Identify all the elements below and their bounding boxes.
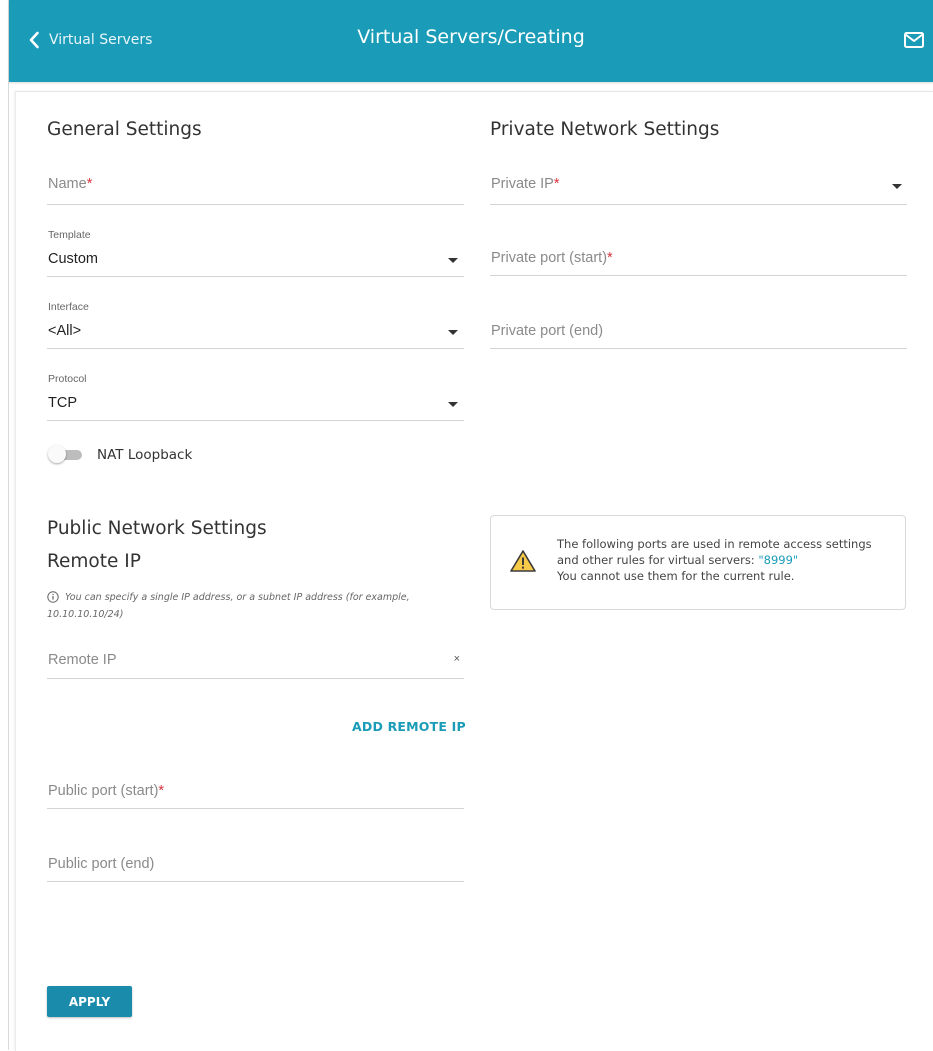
- mail-icon[interactable]: [903, 30, 925, 50]
- page-title: Virtual Servers/Creating: [357, 26, 585, 48]
- private-ip-select[interactable]: Private IP*: [490, 168, 907, 205]
- chevron-down-icon: [448, 258, 458, 263]
- chevron-down-icon: [892, 184, 902, 189]
- public-port-start-placeholder: Public port (start)*: [48, 783, 165, 799]
- template-value: Custom: [48, 251, 98, 267]
- apply-button[interactable]: APPLY: [47, 986, 132, 1017]
- add-remote-ip-button[interactable]: ADD REMOTE IP: [352, 719, 466, 734]
- public-port-end-field[interactable]: Public port (end): [47, 846, 464, 882]
- template-select[interactable]: Template Custom: [47, 229, 464, 277]
- warning-icon: [510, 550, 536, 572]
- used-ports: "8999": [758, 553, 799, 567]
- protocol-value: TCP: [48, 395, 77, 411]
- chevron-down-icon: [448, 330, 458, 335]
- nat-loopback-toggle[interactable]: [48, 445, 82, 463]
- nat-loopback-label: NAT Loopback: [97, 447, 193, 463]
- page-frame-border: [8, 0, 9, 1050]
- template-label: Template: [48, 229, 91, 241]
- remote-ip-input[interactable]: Remote IP ×: [47, 643, 464, 679]
- private-ip-placeholder: Private IP*: [491, 176, 560, 192]
- private-port-end-placeholder: Private port (end): [491, 323, 604, 339]
- interface-label: Interface: [48, 301, 89, 313]
- top-header: Virtual Servers Virtual Servers/Creating: [9, 0, 933, 82]
- private-port-start-placeholder: Private port (start)*: [491, 250, 613, 266]
- remote-ip-placeholder: Remote IP: [48, 652, 117, 668]
- general-settings-title: General Settings: [47, 119, 202, 140]
- private-network-title: Private Network Settings: [490, 119, 720, 140]
- chevron-down-icon: [448, 402, 458, 407]
- private-port-start-field[interactable]: Private port (start)*: [490, 240, 907, 276]
- name-field[interactable]: Name*: [47, 168, 464, 205]
- public-port-end-placeholder: Public port (end): [48, 856, 155, 872]
- clear-icon[interactable]: ×: [454, 653, 460, 665]
- private-port-end-field[interactable]: Private port (end): [490, 313, 907, 349]
- remote-ip-hint: You can specify a single IP address, or …: [47, 591, 410, 620]
- protocol-label: Protocol: [48, 373, 87, 385]
- public-network-title: Public Network Settings: [47, 518, 267, 539]
- public-port-start-field[interactable]: Public port (start)*: [47, 773, 464, 809]
- ports-warning: The following ports are used in remote a…: [490, 515, 906, 610]
- name-placeholder: Name*: [48, 176, 93, 192]
- protocol-select[interactable]: Protocol TCP: [47, 373, 464, 421]
- interface-value: <All>: [48, 323, 82, 339]
- info-icon: [47, 591, 59, 603]
- warning-message: The following ports are used in remote a…: [557, 537, 872, 583]
- interface-select[interactable]: Interface <All>: [47, 301, 464, 349]
- remote-ip-title: Remote IP: [47, 551, 141, 572]
